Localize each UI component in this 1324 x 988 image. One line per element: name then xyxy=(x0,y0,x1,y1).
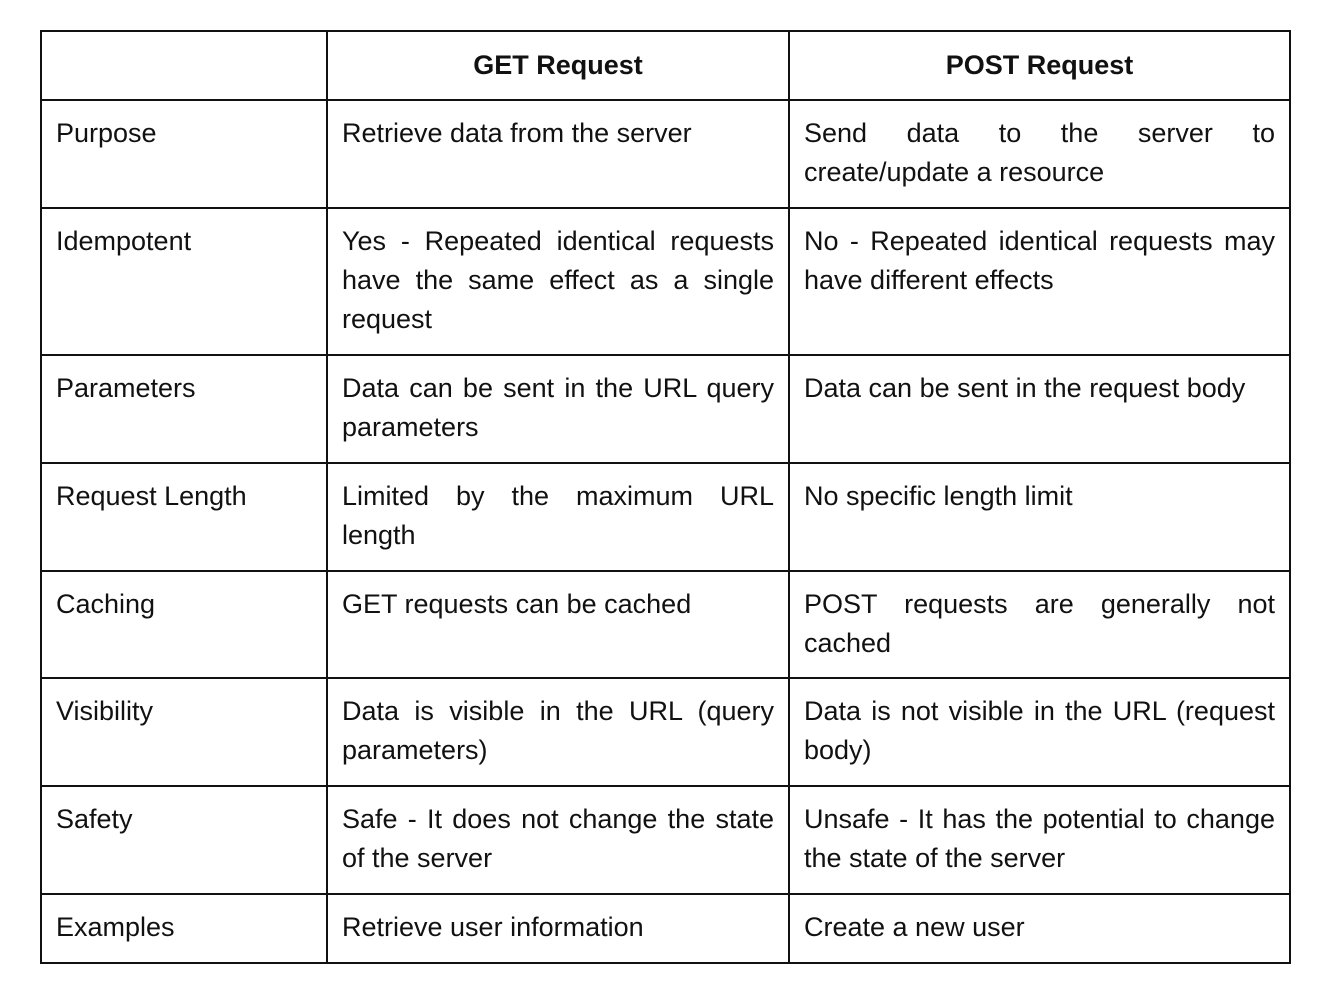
post-cell: No - Repeated identical requests may hav… xyxy=(788,207,1291,356)
header-row: GET Request POST Request xyxy=(40,30,1291,101)
header-post: POST Request xyxy=(788,30,1291,101)
post-cell: Data can be sent in the request body xyxy=(788,354,1291,464)
post-cell: Send data to the server to create/update… xyxy=(788,99,1291,209)
get-cell: Yes - Repeated identical requests have t… xyxy=(326,207,790,356)
post-cell: Unsafe - It has the potential to change … xyxy=(788,785,1291,895)
table-row: Visibility Data is visible in the URL (q… xyxy=(40,677,1291,787)
post-cell: Data is not visible in the URL (request … xyxy=(788,677,1291,787)
table-row: Purpose Retrieve data from the server Se… xyxy=(40,99,1291,209)
row-label: Visibility xyxy=(40,677,328,787)
table-row: Request Length Limited by the maximum UR… xyxy=(40,462,1291,572)
header-empty xyxy=(40,30,328,101)
row-label: Idempotent xyxy=(40,207,328,356)
row-label: Safety xyxy=(40,785,328,895)
table-row: Parameters Data can be sent in the URL q… xyxy=(40,354,1291,464)
row-label: Purpose xyxy=(40,99,328,209)
table-row: Idempotent Yes - Repeated identical requ… xyxy=(40,207,1291,356)
get-cell: Safe - It does not change the state of t… xyxy=(326,785,790,895)
table-row: Caching GET requests can be cached POST … xyxy=(40,570,1291,679)
header-get: GET Request xyxy=(326,30,790,101)
post-cell: No specific length limit xyxy=(788,462,1291,572)
row-label: Request Length xyxy=(40,462,328,572)
post-cell: Create a new user xyxy=(788,893,1291,964)
get-cell: Data can be sent in the URL query parame… xyxy=(326,354,790,464)
table-row: Examples Retrieve user information Creat… xyxy=(40,893,1291,964)
get-cell: Retrieve data from the server xyxy=(326,99,790,209)
post-cell: POST requests are generally not cached xyxy=(788,570,1291,679)
row-label: Caching xyxy=(40,570,328,679)
get-cell: Limited by the maximum URL length xyxy=(326,462,790,572)
comparison-table: GET Request POST Request Purpose Retriev… xyxy=(40,30,1291,964)
get-cell: Retrieve user information xyxy=(326,893,790,964)
row-label: Parameters xyxy=(40,354,328,464)
get-cell: Data is visible in the URL (query parame… xyxy=(326,677,790,787)
table-row: Safety Safe - It does not change the sta… xyxy=(40,785,1291,895)
row-label: Examples xyxy=(40,893,328,964)
get-cell: GET requests can be cached xyxy=(326,570,790,679)
